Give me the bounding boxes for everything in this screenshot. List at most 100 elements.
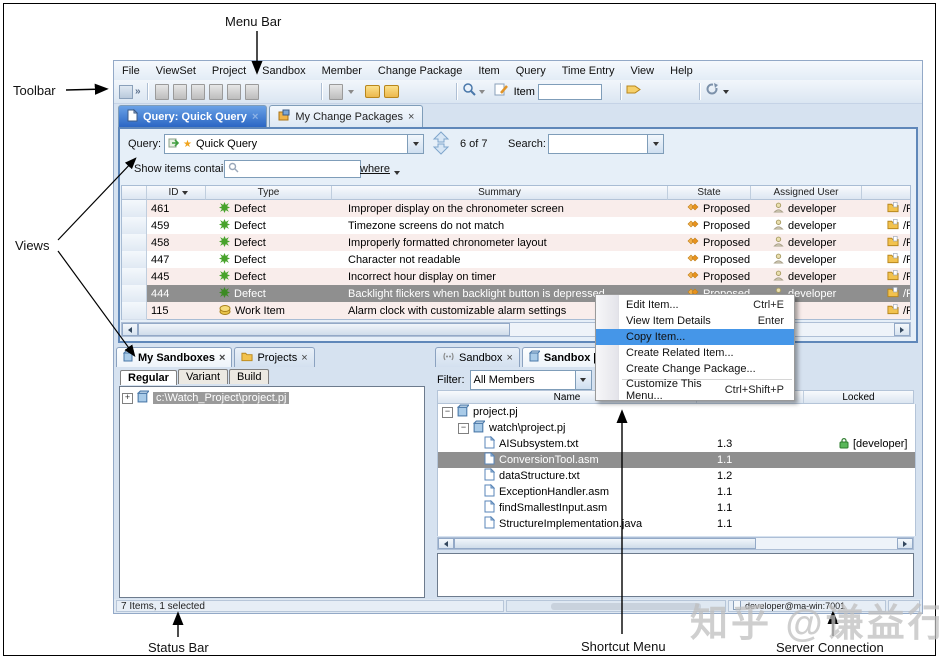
create-change-package-icon[interactable] <box>365 85 380 98</box>
menu-viewset[interactable]: ViewSet <box>148 61 204 80</box>
time-entry-tag-icon[interactable] <box>626 83 641 101</box>
member-tree-hscrollbar[interactable] <box>437 537 914 550</box>
expander-icon[interactable]: − <box>458 423 469 434</box>
tab-close-icon[interactable]: × <box>219 353 225 363</box>
menu-query[interactable]: Query <box>508 61 554 80</box>
row-selector[interactable] <box>122 302 147 320</box>
copy-item-icon[interactable] <box>227 84 241 100</box>
table-row[interactable]: 461 Defect Improper display on the chron… <box>122 200 910 217</box>
sort-desc-icon <box>182 191 188 195</box>
query-dropdown-icon[interactable] <box>479 90 485 94</box>
tab-my-sandboxes[interactable]: My Sandboxes × <box>116 347 232 367</box>
sandbox-tree-item[interactable]: + c:\Watch_Project\project.pj <box>120 387 424 409</box>
row-selector[interactable] <box>122 251 147 269</box>
tab-query-quick-query[interactable]: Query: Quick Query × <box>118 105 267 127</box>
column-header-assigned-user[interactable]: Assigned User <box>751 186 862 200</box>
menu-item-copy-item[interactable]: Copy Item... <box>596 329 794 345</box>
member-detail-textarea[interactable] <box>437 553 914 597</box>
open-item-icon[interactable] <box>173 84 187 100</box>
run-query-magnifier-icon[interactable] <box>462 82 476 101</box>
tree-row-file[interactable]: findSmallestInput.asm 1.1 <box>438 500 915 516</box>
column-header-project[interactable] <box>862 186 910 200</box>
tab-my-change-packages[interactable]: My Change Packages × <box>269 105 423 127</box>
table-row[interactable]: 459 Defect Timezone screens do not match… <box>122 217 910 234</box>
menu-item-create-change-package[interactable]: Create Change Package... <box>596 361 794 377</box>
column-header-state[interactable]: State <box>668 186 751 200</box>
refresh-dropdown-icon[interactable] <box>723 90 729 94</box>
tree-row-file[interactable]: ExceptionHandler.asm 1.1 <box>438 484 915 500</box>
table-row[interactable]: 445 Defect Incorrect hour display on tim… <box>122 268 910 285</box>
scroll-right-icon[interactable] <box>894 323 910 336</box>
column-header-id[interactable]: ID <box>147 186 206 200</box>
menu-item-customize-this-menu[interactable]: Customize This Menu...Ctrl+Shift+P <box>596 382 794 398</box>
scroll-thumb[interactable] <box>454 538 756 549</box>
menu-project[interactable]: Project <box>204 61 254 80</box>
relationships-icon[interactable] <box>245 84 259 100</box>
prev-next-item-icon[interactable] <box>432 131 450 160</box>
row-selector[interactable] <box>122 234 147 252</box>
query-combo[interactable]: ★ Quick Query <box>164 134 424 154</box>
view-item-icon[interactable] <box>209 84 223 100</box>
edit-document-icon[interactable] <box>494 82 508 101</box>
column-header-summary[interactable]: Summary <box>332 186 668 200</box>
menu-time-entry[interactable]: Time Entry <box>554 61 623 80</box>
scroll-left-icon[interactable] <box>122 323 138 336</box>
tree-row-project[interactable]: − project.pj <box>438 404 915 420</box>
toolbar-overflow-chevron[interactable]: » <box>135 86 141 97</box>
menu-change-package[interactable]: Change Package <box>370 61 470 80</box>
table-row[interactable]: 458 Defect Improperly formatted chronome… <box>122 234 910 251</box>
tree-row-file[interactable]: StructureImplementation.java 1.1 <box>438 516 915 532</box>
menu-item-view-item-details[interactable]: View Item DetailsEnter <box>596 313 794 329</box>
query-combo-dropdown[interactable] <box>407 135 423 153</box>
tab-projects[interactable]: Projects × <box>234 347 314 367</box>
tree-row-file[interactable]: dataStructure.txt 1.2 <box>438 468 915 484</box>
view-change-package-icon[interactable] <box>384 85 399 98</box>
tab-close-icon[interactable]: × <box>408 112 414 122</box>
menu-sandbox[interactable]: Sandbox <box>254 61 313 80</box>
new-item-icon[interactable] <box>155 84 169 100</box>
expander-icon[interactable]: − <box>442 407 453 418</box>
column-header-locked[interactable]: Locked <box>804 391 913 403</box>
search-combo-dropdown[interactable] <box>647 135 663 153</box>
filter-combo-dropdown[interactable] <box>575 371 591 389</box>
menu-view[interactable]: View <box>622 61 662 80</box>
menu-help[interactable]: Help <box>662 61 701 80</box>
scroll-left-icon[interactable] <box>438 538 454 549</box>
where-dropdown-icon[interactable] <box>394 171 400 175</box>
row-selector[interactable] <box>122 285 147 303</box>
menu-item[interactable]: Item <box>470 61 507 80</box>
cell-assigned-user: developer <box>769 251 883 268</box>
scroll-thumb[interactable] <box>138 323 510 336</box>
tab-close-icon[interactable]: × <box>301 353 307 363</box>
refresh-view-icon[interactable] <box>705 82 719 101</box>
menu-member[interactable]: Member <box>314 61 370 80</box>
tree-row-file[interactable]: AISubsystem.txt 1.3 [developer] <box>438 436 915 452</box>
item-id-input[interactable] <box>538 84 602 100</box>
subtab-variant[interactable]: Variant <box>178 369 228 384</box>
edit-item-icon[interactable] <box>191 84 205 100</box>
search-combo[interactable] <box>548 134 664 154</box>
table-row[interactable]: 447 Defect Character not readable Propos… <box>122 251 910 268</box>
tab-sandbox-inactive[interactable]: Sandbox × <box>435 347 520 367</box>
filter-combo[interactable]: All Members <box>470 370 592 390</box>
tree-row-subproject[interactable]: − watch\project.pj <box>438 420 915 436</box>
subtab-build[interactable]: Build <box>229 369 269 384</box>
menu-item-edit-item[interactable]: Edit Item...Ctrl+E <box>596 297 794 313</box>
tab-close-icon[interactable]: × <box>252 112 258 122</box>
row-selector[interactable] <box>122 217 147 235</box>
row-selector[interactable] <box>122 268 147 286</box>
row-selector[interactable] <box>122 200 147 218</box>
change-package-dropdown-icon[interactable] <box>348 90 354 94</box>
menu-item-create-related-item[interactable]: Create Related Item... <box>596 345 794 361</box>
quick-filter-input[interactable] <box>224 160 361 178</box>
scroll-right-icon[interactable] <box>897 538 913 549</box>
tree-row-file-selected[interactable]: ConversionTool.asm 1.1 <box>438 452 915 468</box>
subtab-regular[interactable]: Regular <box>120 370 177 385</box>
tab-close-icon[interactable]: × <box>506 353 512 363</box>
where-link[interactable]: where <box>360 163 390 175</box>
menu-file[interactable]: File <box>114 61 148 80</box>
expander-icon[interactable]: + <box>122 393 133 404</box>
column-header-type[interactable]: Type <box>206 186 332 200</box>
viewset-panes-icon[interactable] <box>119 85 133 99</box>
change-package-doc-icon[interactable] <box>329 84 343 100</box>
